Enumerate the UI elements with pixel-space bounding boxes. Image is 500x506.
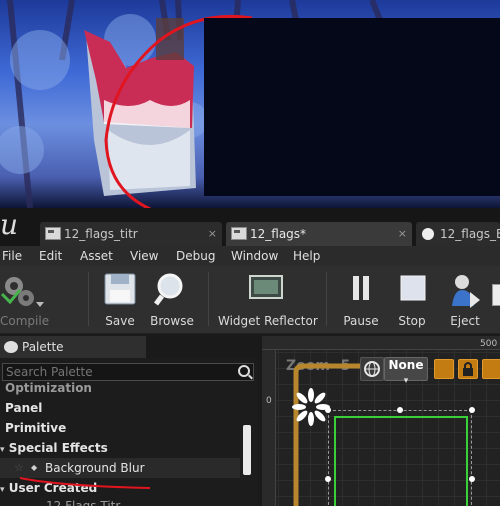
chevron-down-icon: ▾: [403, 376, 409, 386]
menu-window[interactable]: Window: [231, 246, 278, 266]
palette-scrollbar[interactable]: [243, 425, 251, 475]
category-primitive[interactable]: Primitive: [0, 418, 240, 438]
selected-widget-outline[interactable]: [334, 416, 468, 506]
item-annotation: [19, 477, 151, 489]
dark-overlay-panel: [204, 18, 500, 196]
save-button[interactable]: Save: [98, 268, 142, 330]
widget-reflector-button[interactable]: Widget Reflector: [218, 268, 318, 330]
widget-blueprint-icon: [231, 227, 247, 240]
resize-handle[interactable]: [325, 407, 331, 413]
lock-button[interactable]: [458, 359, 478, 379]
resize-handle[interactable]: [469, 407, 475, 413]
category-special-effects[interactable]: ▾ Special Effects: [0, 438, 240, 458]
screen-size-dropdown[interactable]: None ▾: [384, 357, 428, 386]
widget-reflector-icon: [249, 275, 283, 299]
save-icon: [104, 273, 136, 305]
eject-button[interactable]: Eject: [444, 268, 486, 330]
compile-label: Compile: [0, 314, 50, 328]
resize-handle[interactable]: [397, 407, 403, 413]
search-icon[interactable]: [238, 365, 250, 377]
browse-label: Browse: [150, 314, 194, 328]
tab-label: 12_flags*: [250, 227, 307, 241]
palette-tab[interactable]: Palette: [0, 336, 146, 358]
expand-arrow-icon[interactable]: ▾: [0, 445, 5, 455]
pause-icon: [353, 276, 369, 300]
grid-button[interactable]: [482, 359, 500, 379]
resize-handle[interactable]: [325, 476, 331, 482]
category-panel[interactable]: Panel: [0, 398, 240, 418]
tab-label: 12_flags_titr: [64, 227, 138, 241]
pause-label: Pause: [343, 314, 379, 328]
compile-gears-icon: [0, 277, 44, 307]
tab-12-flags[interactable]: 12_flags* ×: [226, 222, 412, 246]
toolbar-separator: [326, 272, 327, 326]
ruler-y-label: 0: [266, 396, 272, 406]
stop-label: Stop: [398, 314, 426, 328]
resize-handle[interactable]: [469, 476, 475, 482]
toolbar-separator: [88, 272, 89, 326]
tab-12-flags-titr[interactable]: 12_flags_titr ×: [40, 222, 222, 246]
menu-edit[interactable]: Edit: [39, 246, 62, 266]
toolbar-separator: [208, 272, 209, 326]
level-icon: [422, 228, 434, 240]
game-viewport: [0, 0, 500, 208]
toolbar-overflow-icon[interactable]: [492, 284, 500, 306]
eject-icon: [452, 275, 480, 308]
category-optimization[interactable]: Optimization: [0, 378, 240, 398]
eject-label: Eject: [450, 314, 480, 328]
category-label: Special Effects: [8, 441, 108, 455]
widget-reflector-label: Widget Reflector: [218, 314, 318, 328]
stop-icon: [400, 275, 426, 301]
widget-blueprint-icon: [45, 227, 61, 240]
menu-file[interactable]: File: [2, 246, 22, 266]
item-label: 12 Flags Titr: [46, 499, 121, 506]
palette-icon: [4, 341, 18, 353]
compile-button[interactable]: Compile: [0, 268, 70, 330]
save-label: Save: [105, 314, 135, 328]
anchor-flower-icon[interactable]: [292, 388, 330, 426]
menu-help[interactable]: Help: [293, 246, 320, 266]
ruler-x-label: 500: [480, 339, 498, 349]
close-icon[interactable]: ×: [398, 222, 407, 246]
browse-button[interactable]: Browse: [146, 268, 198, 330]
stop-button[interactable]: Stop: [392, 268, 432, 330]
tab-label: 12_flags_E: [440, 227, 500, 241]
palette-item-12-flags-titr[interactable]: 12 Flags Titr: [0, 496, 240, 506]
ruler-vertical: [262, 350, 276, 506]
screen-size-value: None: [388, 358, 424, 372]
lock-icon: [463, 362, 473, 376]
ruler-horizontal: [262, 336, 500, 350]
pause-button[interactable]: Pause: [340, 268, 382, 330]
menu-asset[interactable]: Asset: [80, 246, 113, 266]
menu-debug[interactable]: Debug: [176, 246, 215, 266]
close-icon[interactable]: ×: [208, 222, 217, 246]
browse-magnifier-icon: [154, 273, 183, 306]
menu-view[interactable]: View: [130, 246, 158, 266]
palette-title: Palette: [22, 340, 64, 354]
layout-button[interactable]: [434, 359, 454, 379]
tab-12-flags-e[interactable]: 12_flags_E: [416, 222, 500, 246]
